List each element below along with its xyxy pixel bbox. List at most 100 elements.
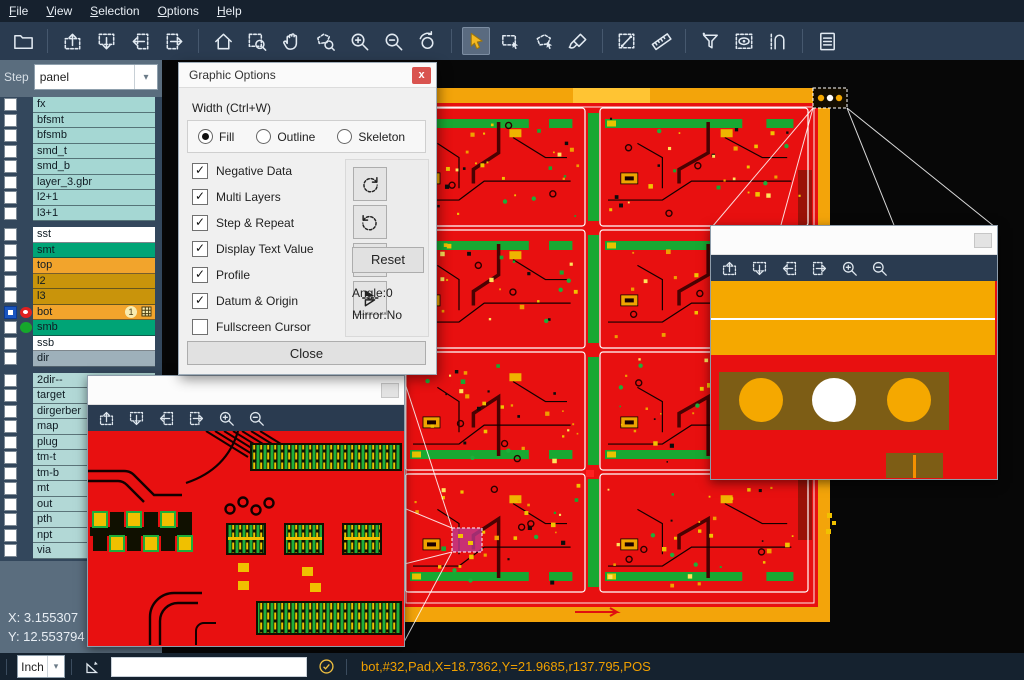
view-down-button[interactable]: [126, 408, 146, 428]
layer-label[interactable]: l3: [33, 289, 155, 305]
select-cursor-button[interactable]: [462, 27, 490, 55]
layer-row-ssb[interactable]: ssb: [0, 336, 162, 352]
view-left-button[interactable]: [156, 408, 176, 428]
layer-label[interactable]: fx: [33, 97, 155, 113]
checkbox-box[interactable]: [192, 319, 208, 335]
dialog-title-bar[interactable]: Graphic Options x: [179, 63, 436, 88]
confirm-circle-icon[interactable]: [315, 658, 337, 675]
view-left-button[interactable]: [126, 27, 154, 55]
layer-visibility-checkbox[interactable]: [4, 498, 17, 511]
zoom-in-button[interactable]: [216, 408, 236, 428]
checkbox-multi-layers[interactable]: ✓Multi Layers: [192, 189, 314, 204]
view-down-button[interactable]: [749, 258, 769, 278]
zoom-preview-window-left[interactable]: [87, 375, 405, 647]
radio-button[interactable]: [337, 129, 352, 144]
view-up-button[interactable]: [719, 258, 739, 278]
menu-selection[interactable]: Selection: [81, 1, 148, 21]
layer-visibility-checkbox[interactable]: [4, 389, 17, 402]
zoom-in-button[interactable]: [345, 27, 373, 55]
zoom-source-selection-a[interactable]: [813, 88, 847, 108]
layer-visibility-checkbox[interactable]: [4, 529, 17, 542]
layer-row-l3+1[interactable]: l3+1: [0, 206, 162, 222]
zoom-out-button[interactable]: [379, 27, 407, 55]
zoom-out-button[interactable]: [869, 258, 889, 278]
layer-label[interactable]: sst: [33, 227, 155, 243]
layer-label[interactable]: l2: [33, 274, 155, 290]
layer-label[interactable]: l3+1: [33, 206, 155, 222]
layer-visibility-checkbox[interactable]: [4, 114, 17, 127]
layer-row-fx[interactable]: fx: [0, 97, 162, 113]
view-left-button[interactable]: [779, 258, 799, 278]
pan-hand-button[interactable]: [277, 27, 305, 55]
view-down-button[interactable]: [92, 27, 120, 55]
checkbox-fullscreen-cursor[interactable]: Fullscreen Cursor: [192, 319, 314, 334]
radio-outline[interactable]: Outline: [256, 129, 315, 144]
layer-row-smt[interactable]: smt: [0, 243, 162, 259]
view-right-button[interactable]: [160, 27, 188, 55]
radio-button[interactable]: [198, 129, 213, 144]
zoom-preview-window-right[interactable]: [710, 225, 998, 480]
radio-button[interactable]: [256, 129, 271, 144]
layer-visibility-checkbox[interactable]: [4, 337, 17, 350]
radio-fill[interactable]: Fill: [198, 129, 234, 144]
layer-label[interactable]: l2+1: [33, 190, 155, 206]
preview-title-bar[interactable]: [88, 376, 404, 405]
layer-row-bot[interactable]: bot1: [0, 305, 162, 321]
layer-label[interactable]: smd_b: [33, 159, 155, 175]
checkbox-box[interactable]: ✓: [192, 241, 208, 257]
layer-visibility-checkbox[interactable]: [4, 544, 17, 557]
layer-visibility-checkbox[interactable]: [4, 451, 17, 464]
layer-visibility-checkbox[interactable]: [4, 352, 17, 365]
layer-visibility-checkbox[interactable]: [4, 513, 17, 526]
checkbox-box[interactable]: ✓: [192, 215, 208, 231]
zoom-in-button[interactable]: [839, 258, 859, 278]
measure-distance-button[interactable]: [613, 27, 641, 55]
preview-content-left[interactable]: [88, 431, 402, 645]
checkbox-box[interactable]: ✓: [192, 163, 208, 179]
layer-visibility-checkbox[interactable]: [4, 290, 17, 303]
checkbox-datum-origin[interactable]: ✓Datum & Origin: [192, 293, 314, 308]
layer-label[interactable]: top: [33, 258, 155, 274]
preview-window-button[interactable]: [974, 233, 992, 248]
layer-row-dir[interactable]: dir: [0, 351, 162, 367]
layer-visibility-checkbox[interactable]: [4, 228, 17, 241]
unit-select[interactable]: Inch ▾: [17, 655, 65, 678]
layer-visibility-checkbox[interactable]: [4, 176, 17, 189]
view-right-button[interactable]: [186, 408, 206, 428]
layer-row-sst[interactable]: sst: [0, 227, 162, 243]
preview-window-button[interactable]: [381, 383, 399, 398]
zoom-out-button[interactable]: [246, 408, 266, 428]
menu-help[interactable]: Help: [208, 1, 251, 21]
checkbox-display-text-value[interactable]: ✓Display Text Value: [192, 241, 314, 256]
view-right-button[interactable]: [809, 258, 829, 278]
menu-file[interactable]: File: [0, 1, 37, 21]
layer-row-l2+1[interactable]: l2+1: [0, 190, 162, 206]
layer-row-layer_3.gbr[interactable]: layer_3.gbr: [0, 175, 162, 191]
home-button[interactable]: [209, 27, 237, 55]
layer-visibility-checkbox[interactable]: [4, 321, 17, 334]
layer-row-bfsmb[interactable]: bfsmb: [0, 128, 162, 144]
brush-button[interactable]: [564, 27, 592, 55]
reset-button[interactable]: Reset: [352, 247, 424, 273]
layer-visibility-checkbox[interactable]: [4, 436, 17, 449]
layer-visibility-checkbox[interactable]: [4, 129, 17, 142]
rotate-cw-button[interactable]: [353, 167, 387, 201]
layer-visibility-checkbox[interactable]: [4, 420, 17, 433]
angle-measure-icon[interactable]: [81, 658, 103, 676]
folder-open-button[interactable]: [9, 27, 37, 55]
layer-visibility-checkbox[interactable]: [4, 306, 17, 319]
layer-label[interactable]: ssb: [33, 336, 155, 352]
uturn-button[interactable]: [764, 27, 792, 55]
checkbox-box[interactable]: ✓: [192, 267, 208, 283]
layer-visibility-checkbox[interactable]: [4, 244, 17, 257]
layer-visibility-checkbox[interactable]: [4, 405, 17, 418]
view-region-button[interactable]: [730, 27, 758, 55]
layer-label[interactable]: bot1: [33, 305, 155, 321]
layer-row-bfsmt[interactable]: bfsmt: [0, 113, 162, 129]
layer-row-smb[interactable]: smb: [0, 320, 162, 336]
layer-visibility-checkbox[interactable]: [4, 191, 17, 204]
layer-visibility-checkbox[interactable]: [4, 482, 17, 495]
step-select[interactable]: panel ▾: [34, 64, 158, 90]
layer-label[interactable]: smd_t: [33, 144, 155, 160]
layer-visibility-checkbox[interactable]: [4, 275, 17, 288]
